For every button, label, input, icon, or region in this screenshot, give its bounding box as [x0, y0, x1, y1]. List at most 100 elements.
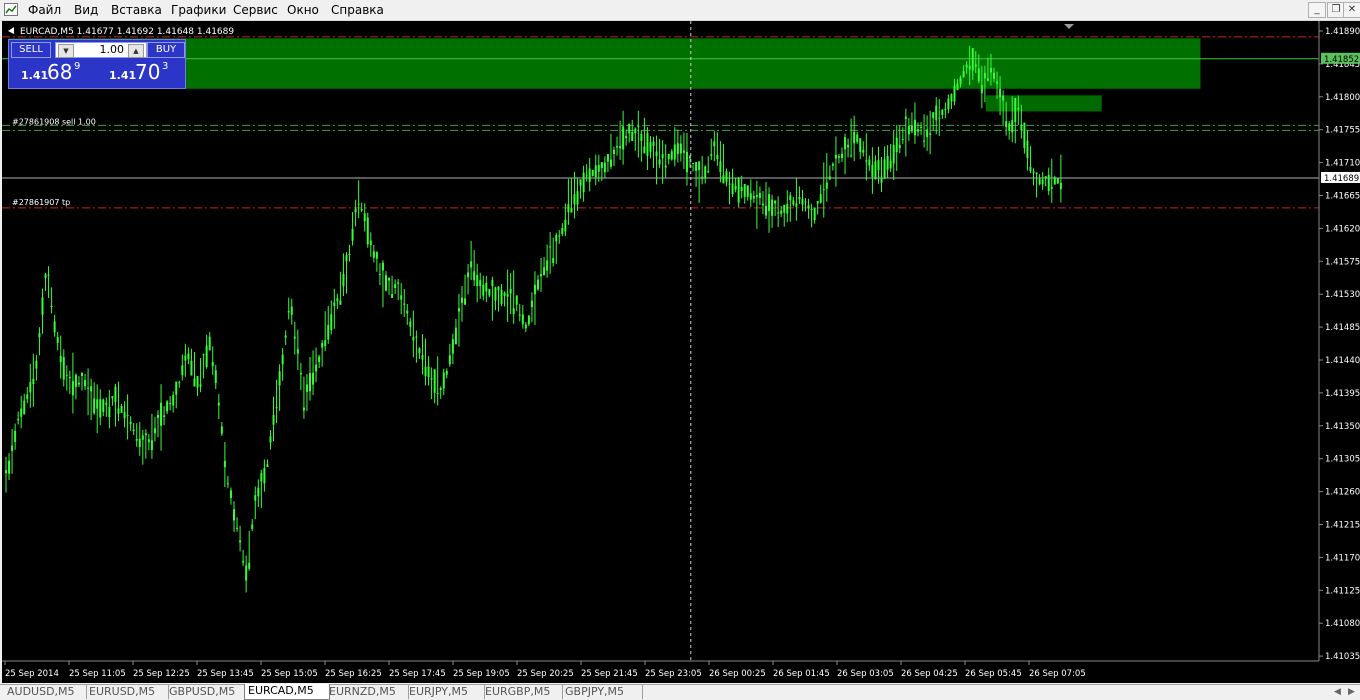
time-tick-5: 25 Sep 16:25	[325, 669, 382, 679]
candle-body-288	[880, 178, 883, 183]
candle-body-309	[944, 108, 947, 111]
lot-increase-icon[interactable]: ▲	[128, 44, 144, 58]
candle-body-227	[695, 161, 698, 171]
close-button[interactable]: ✕	[1343, 2, 1360, 18]
time-axis: 25 Sep 2014 25 Sep 11:05 25 Sep 12:25 25 Se…	[4, 661, 1086, 679]
candle-body-322	[983, 72, 986, 79]
candle-body-22	[71, 381, 74, 396]
candle-body-34	[108, 406, 111, 418]
menu-file[interactable]: Файл	[24, 2, 65, 18]
candle-body-116	[357, 203, 360, 205]
candle-body-155	[476, 275, 479, 287]
candle-body-162	[497, 286, 500, 290]
zone-0	[8, 38, 1201, 89]
candle-body-80	[248, 562, 251, 569]
candle-body-119	[366, 217, 369, 245]
tab-eurjpy[interactable]: EURJPY,M5	[406, 685, 485, 699]
candle-body-160	[491, 280, 494, 287]
candle-body-187	[573, 194, 576, 205]
candle-body-298	[910, 125, 913, 132]
candle-body-260	[795, 203, 798, 207]
price-tick-10: 1.41440	[1325, 356, 1360, 366]
candle-body-60	[187, 353, 190, 360]
candle-body-85	[263, 468, 266, 484]
menu-help[interactable]: Справка	[327, 2, 388, 18]
tab-eurgbp[interactable]: EURGBP,M5	[482, 685, 563, 699]
candle-body-89	[275, 407, 278, 409]
minimize-button[interactable]: _	[1308, 2, 1326, 18]
menu-view[interactable]: Вид	[70, 2, 102, 18]
candle-body-13	[44, 274, 47, 278]
candle-body-171	[524, 324, 527, 329]
candle-body-144	[442, 372, 445, 389]
candle-body-297	[907, 126, 910, 135]
tab-gbpjpy[interactable]: GBPJPY,M5	[562, 685, 643, 699]
candle-body-316	[965, 64, 968, 68]
candle-body-313	[956, 83, 959, 91]
price-chart[interactable]: #27861908 sell 1.00 #27861907 tp 1.41890 1…	[2, 21, 1360, 683]
candle-body-157	[482, 284, 485, 296]
candle-body-222	[679, 143, 682, 154]
candle-body-209	[640, 134, 643, 141]
candle-body-282	[862, 149, 865, 153]
chart-window[interactable]: #27861908 sell 1.00 #27861907 tp 1.41890 1…	[2, 21, 1360, 683]
order-label-0[interactable]: #27861908 sell 1.00	[12, 118, 96, 127]
candle-body-199	[609, 159, 612, 167]
candle-body-221	[676, 143, 679, 154]
price-tick-4: 1.41710	[1325, 159, 1360, 169]
sell-button[interactable]: SELL	[11, 42, 51, 58]
lot-decrease-icon[interactable]: ▼	[58, 44, 74, 58]
menu-tools[interactable]: Сервис	[229, 2, 282, 18]
time-tick-2: 25 Sep 12:25	[133, 669, 190, 679]
menu-window[interactable]: Окно	[283, 2, 323, 18]
candle-body-21	[68, 376, 71, 379]
tab-gbpusd[interactable]: GBPUSD,M5	[166, 685, 249, 699]
tab-audusd[interactable]: AUDUSD,M5	[4, 685, 87, 699]
candle-body-325	[993, 72, 995, 79]
buy-button[interactable]: BUY	[147, 42, 185, 58]
candle-body-302	[923, 140, 926, 142]
price-axis-panel	[1319, 21, 1360, 683]
candle-body-27	[87, 387, 90, 389]
candle-body-10	[35, 360, 38, 369]
lot-size-field[interactable]: ▼ 1.00 ▲	[55, 42, 147, 58]
candle-body-250	[765, 205, 767, 216]
menu-insert[interactable]: Вставка	[107, 2, 166, 18]
candle-body-284	[868, 159, 871, 166]
menu-bar: Файл Вид Вставка Графики Сервис Окно Спр…	[0, 0, 1360, 21]
candle-body-115	[354, 208, 357, 213]
tab-scroll-right-icon[interactable]: ▶	[1348, 687, 1355, 697]
candle-body-188	[576, 191, 579, 205]
lot-size-value[interactable]: 1.00	[100, 43, 125, 57]
tab-eurusd[interactable]: EURUSD,M5	[86, 685, 169, 699]
candle-body-273	[834, 155, 837, 159]
candle-body-291	[889, 160, 892, 169]
tab-eurnzd[interactable]: EURNZD,M5	[326, 685, 409, 699]
candle-body-208	[637, 125, 640, 127]
candle-body-5	[20, 408, 23, 417]
candle-body-329	[1005, 121, 1008, 128]
candle-body-265	[810, 209, 813, 211]
candle-body-344	[1050, 186, 1053, 189]
candle-body-108	[333, 302, 336, 307]
candle-body-277	[847, 144, 850, 148]
candle-body-8	[29, 382, 32, 393]
sell-price-button[interactable]: 1.41 68 9	[11, 59, 97, 87]
buy-price-button[interactable]: 1.41 70 3	[99, 59, 185, 87]
candle-body-269	[822, 189, 825, 191]
candle-body-170	[521, 314, 524, 325]
candle-body-248	[758, 192, 761, 198]
tab-scroll-left-icon[interactable]: ◀	[1334, 687, 1341, 697]
menu-charts[interactable]: Графики	[167, 2, 230, 18]
app-menu-icon[interactable]	[4, 3, 18, 16]
tab-eurcad[interactable]: EURCAD,M5	[244, 684, 330, 700]
order-label-1[interactable]: #27861907 tp	[12, 198, 70, 207]
candle-body-123	[378, 274, 381, 276]
candle-body-0	[5, 470, 7, 474]
candle-body-207	[634, 128, 637, 134]
candle-body-25	[81, 372, 83, 376]
candle-body-79	[245, 565, 248, 581]
candle-body-192	[588, 168, 591, 182]
candle-body-63	[196, 376, 199, 388]
candle-body-132	[406, 310, 409, 314]
